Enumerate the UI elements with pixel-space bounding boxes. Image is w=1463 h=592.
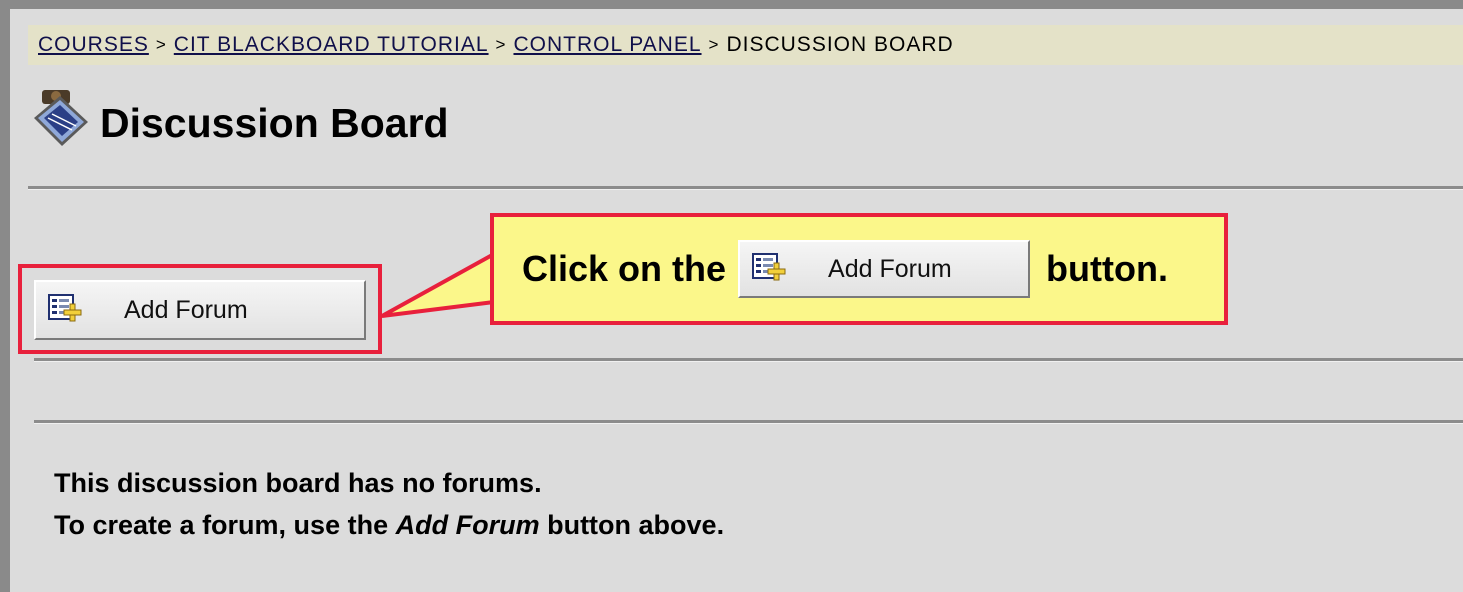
breadcrumb-separator: > xyxy=(495,35,507,54)
breadcrumb: COURSES > CIT BLACKBOARD TUTORIAL > CONT… xyxy=(28,25,1463,65)
add-forum-button[interactable]: Add Forum xyxy=(34,280,366,340)
empty-message-line2: To create a forum, use the Add Forum but… xyxy=(54,504,724,546)
breadcrumb-link-control-panel[interactable]: CONTROL PANEL xyxy=(513,33,701,57)
empty-forums-message: This discussion board has no forums. To … xyxy=(54,462,724,546)
message-text: button above. xyxy=(539,510,725,540)
callout-suffix: button. xyxy=(1046,248,1168,289)
add-forum-icon xyxy=(752,248,788,290)
message-emphasis: Add Forum xyxy=(395,510,540,540)
callout-prefix: Click on the xyxy=(522,248,727,289)
divider xyxy=(28,186,1463,190)
message-text: To create a forum, use the xyxy=(54,510,396,540)
callout-button-label: Add Forum xyxy=(828,254,952,283)
divider xyxy=(34,420,1463,424)
breadcrumb-link-course[interactable]: CIT BLACKBOARD TUTORIAL xyxy=(174,33,489,57)
breadcrumb-current: DISCUSSION BOARD xyxy=(726,33,954,56)
callout-pointer xyxy=(381,252,495,318)
breadcrumb-separator: > xyxy=(155,35,167,54)
callout-add-forum-button: Add Forum xyxy=(738,240,1031,298)
add-forum-icon xyxy=(48,293,84,327)
callout-box: Click on the Add Forum button. xyxy=(490,213,1228,325)
empty-message-line1: This discussion board has no forums. xyxy=(54,468,542,498)
breadcrumb-separator: > xyxy=(708,35,720,54)
add-forum-label: Add Forum xyxy=(124,295,248,324)
breadcrumb-link-courses[interactable]: COURSES xyxy=(38,33,149,57)
page-header: Discussion Board xyxy=(28,88,449,159)
discussion-board-icon xyxy=(28,88,94,159)
divider xyxy=(34,358,1463,362)
page-title: Discussion Board xyxy=(100,100,449,146)
